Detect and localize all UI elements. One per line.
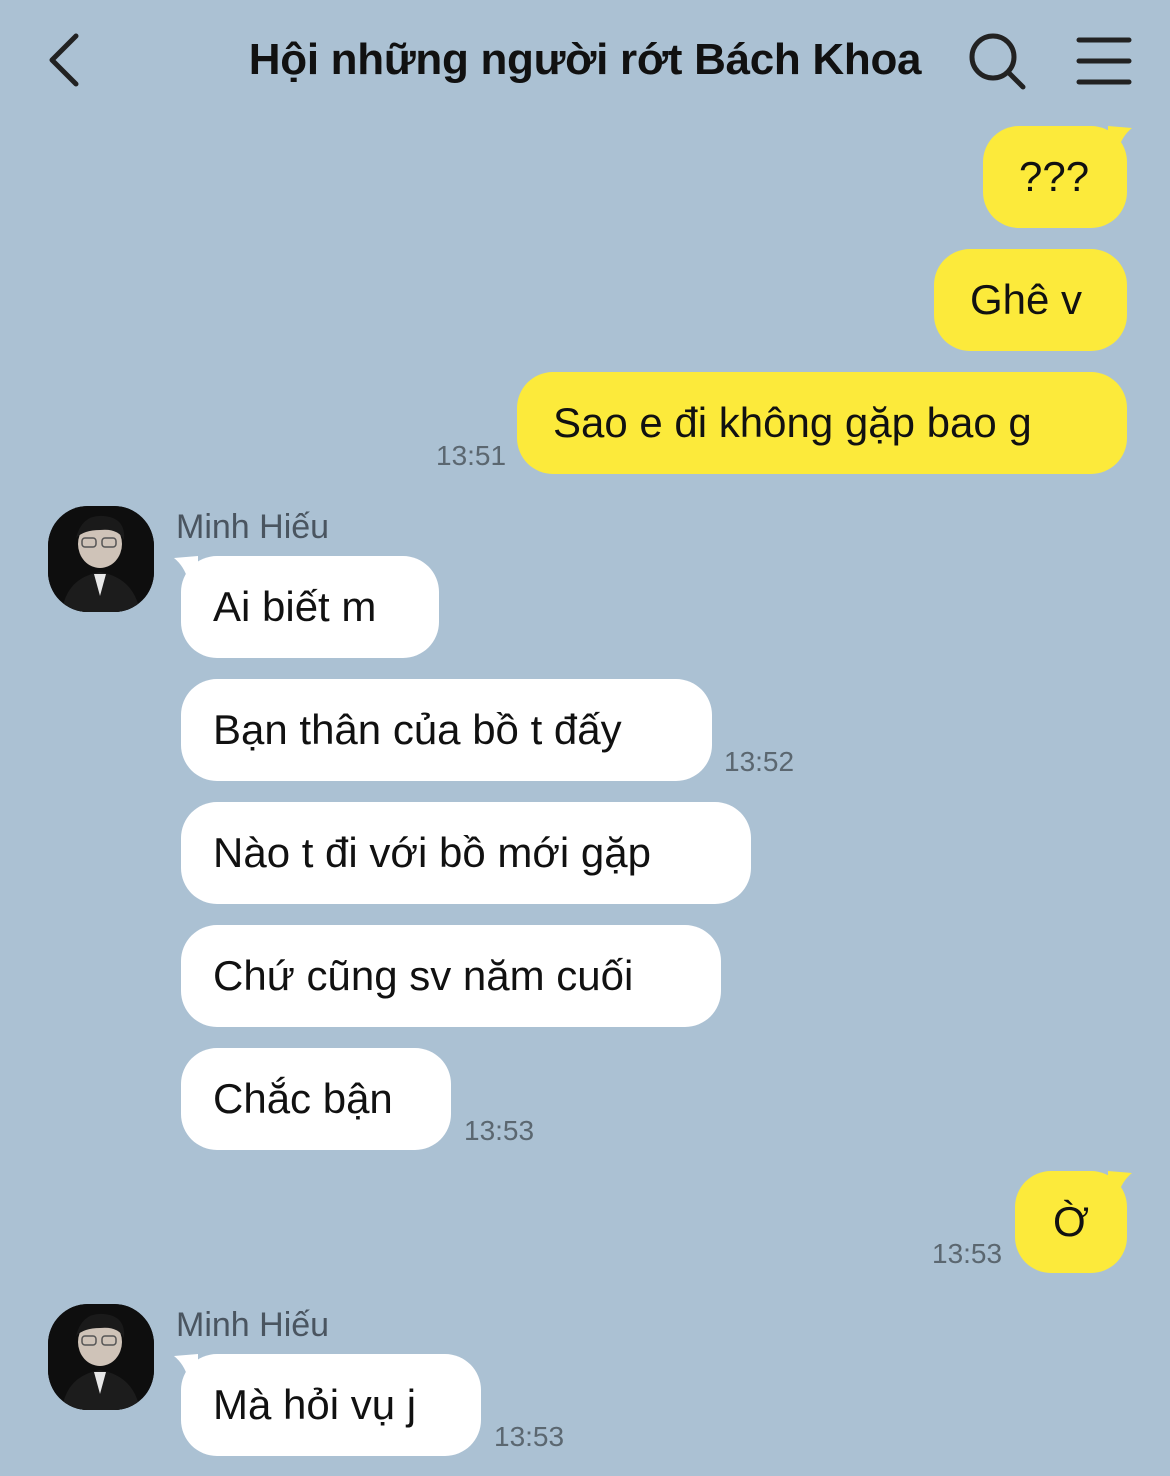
message-text: Nào t đi với bồ mới gặp bbox=[213, 829, 651, 876]
message-timestamp: 13:52 bbox=[724, 746, 795, 777]
their-message-bubble[interactable]: Nào t đi với bồ mới gặp bbox=[181, 802, 751, 904]
message-text: Ờ bbox=[1052, 1198, 1089, 1245]
message-timestamp: 13:51 bbox=[436, 440, 507, 471]
profile-photo bbox=[48, 506, 154, 612]
message-text: Mà hỏi vụ j bbox=[213, 1381, 417, 1428]
avatar[interactable] bbox=[48, 506, 154, 612]
my-bubble-tail bbox=[1108, 126, 1132, 150]
avatar[interactable] bbox=[48, 1304, 154, 1410]
message-text: Ghê v bbox=[970, 276, 1083, 323]
their-bubble-tail bbox=[174, 1354, 198, 1378]
my-bubble-tail bbox=[1108, 1171, 1132, 1195]
message-text: ??? bbox=[1019, 153, 1090, 200]
sender-name: Minh Hiếu bbox=[176, 1306, 330, 1344]
their-message-bubble[interactable]: Ai biết m bbox=[181, 556, 439, 658]
message-text: Chứ cũng sv năm cuối bbox=[213, 952, 634, 999]
their-message-bubble[interactable]: Mà hỏi vụ j bbox=[181, 1354, 481, 1456]
message-text: Chắc bận bbox=[213, 1075, 393, 1122]
chat-header: Hội những người rớt Bách Khoa bbox=[0, 0, 1170, 120]
menu-button[interactable] bbox=[1074, 34, 1134, 88]
their-message-bubble[interactable]: Chứ cũng sv năm cuối bbox=[181, 925, 721, 1027]
my-message-bubble[interactable]: Sao e đi không gặp bao g bbox=[517, 372, 1127, 474]
my-message-bubble[interactable]: Ghê v bbox=[934, 249, 1127, 351]
message-timestamp: 13:53 bbox=[494, 1421, 565, 1452]
their-message-bubble[interactable]: Chắc bận bbox=[181, 1048, 451, 1150]
my-message-bubble[interactable]: ??? bbox=[983, 126, 1127, 228]
chat-title: Hội những người rớt Bách Khoa bbox=[248, 35, 922, 84]
message-timestamp: 13:53 bbox=[932, 1238, 1003, 1269]
hamburger-menu-icon bbox=[1076, 37, 1132, 85]
their-bubble-tail bbox=[174, 556, 198, 580]
search-icon bbox=[969, 33, 1026, 90]
message-timestamp: 13:53 bbox=[464, 1115, 535, 1146]
profile-photo bbox=[48, 1304, 154, 1410]
back-button[interactable] bbox=[40, 28, 96, 92]
sender-name: Minh Hiếu bbox=[176, 508, 330, 546]
message-text: Ai biết m bbox=[213, 583, 377, 630]
search-button[interactable] bbox=[966, 30, 1028, 92]
message-text: Sao e đi không gặp bao g bbox=[553, 399, 1032, 446]
their-message-bubble[interactable]: Bạn thân của bồ t đấy bbox=[181, 679, 712, 781]
chevron-left-icon bbox=[49, 33, 79, 87]
message-text: Bạn thân của bồ t đấy bbox=[213, 706, 622, 753]
